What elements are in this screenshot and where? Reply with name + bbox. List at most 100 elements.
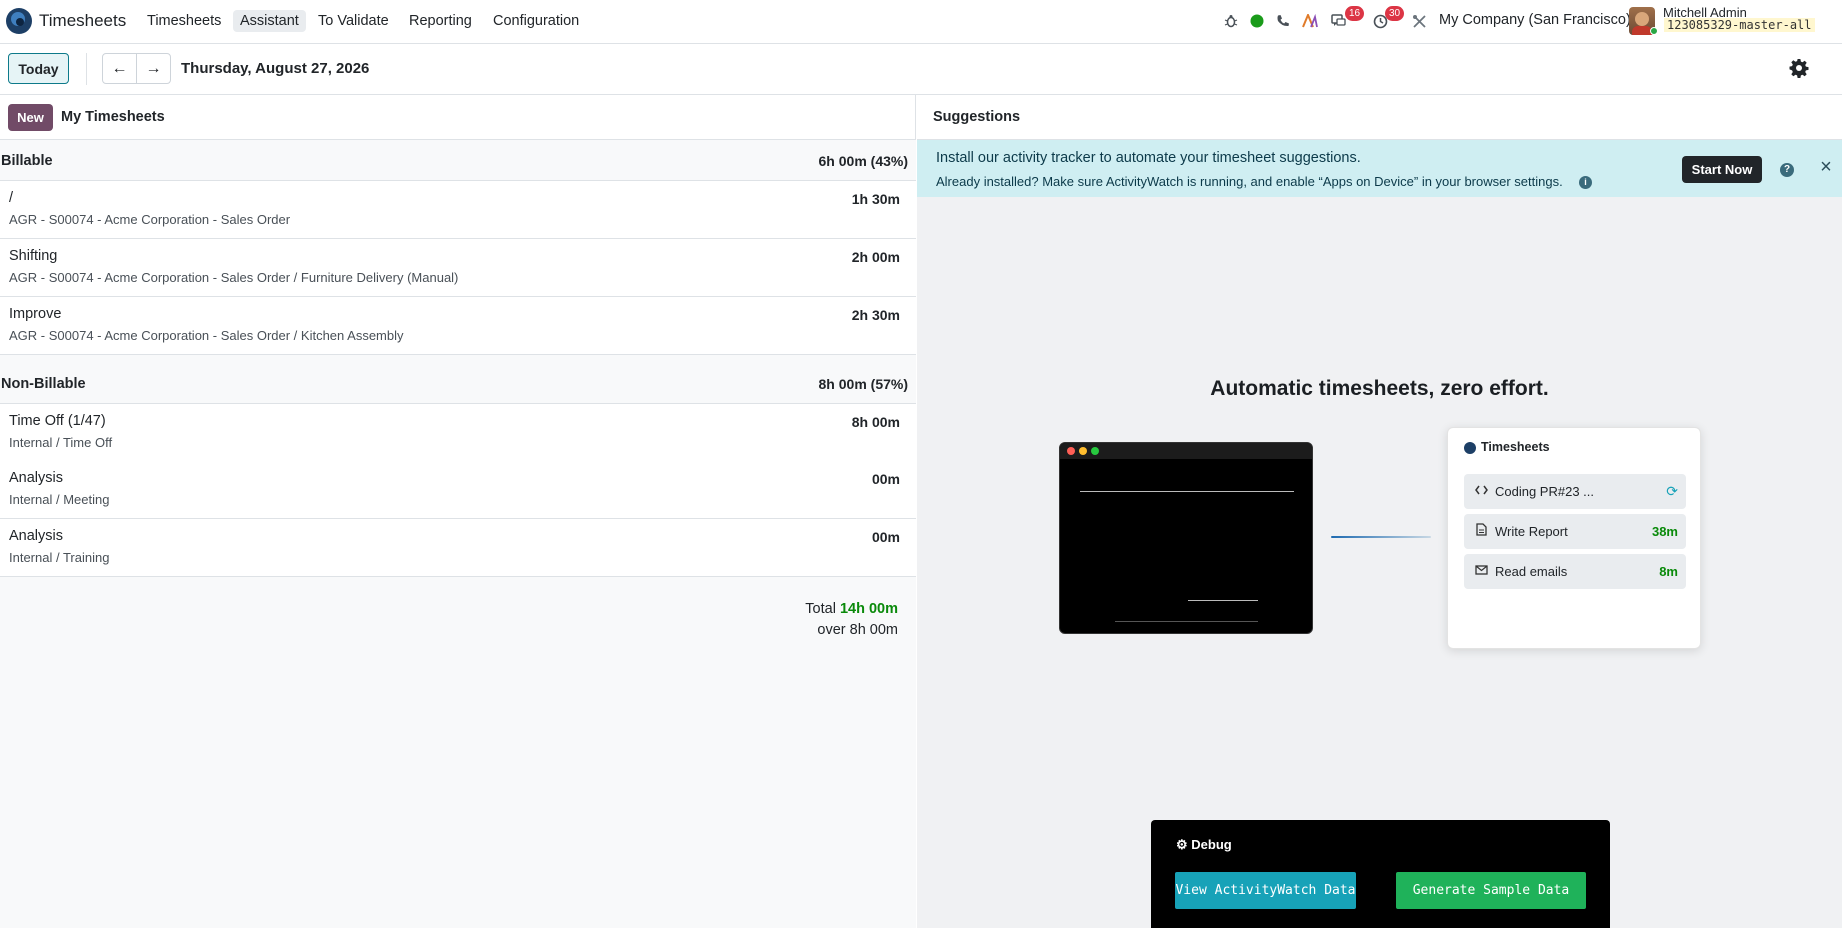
row-project: AGR - S00074 - Acme Corporation - Sales … <box>9 270 459 285</box>
preview-item: Write Report 38m <box>1464 514 1686 549</box>
my-timesheets-panel: New My Timesheets Billable 6h 00m (43%) … <box>0 95 916 928</box>
screen-illustration <box>1059 442 1313 634</box>
overtime-summary: over 8h 00m <box>817 622 898 638</box>
timesheet-row[interactable]: Time Off (1/47) Internal / Time Off 8h 0… <box>0 404 916 462</box>
debug-title: ⚙ Debug <box>1176 837 1232 853</box>
group-label: Billable <box>1 153 53 169</box>
maximize-dot-icon <box>1091 447 1099 455</box>
timesheet-row[interactable]: Shifting AGR - S00074 - Acme Corporation… <box>0 239 916 297</box>
new-button[interactable]: New <box>8 104 53 131</box>
group-header-non-billable[interactable]: Non-Billable 8h 00m (57%) <box>0 363 916 404</box>
current-date: Thursday, August 27, 2026 <box>181 60 370 77</box>
row-project: Internal / Meeting <box>9 492 110 507</box>
window-titlebar <box>1060 443 1312 459</box>
start-now-button[interactable]: Start Now <box>1682 156 1762 183</box>
preview-item-duration: 8m <box>1659 564 1678 579</box>
row-task: Analysis <box>9 470 63 486</box>
menu-configuration[interactable]: Configuration <box>486 10 586 32</box>
timesheets-app-icon[interactable] <box>6 8 32 34</box>
row-duration: 00m <box>871 529 900 545</box>
phone-icon[interactable] <box>1274 12 1292 30</box>
menu-timesheets[interactable]: Timesheets <box>140 10 228 32</box>
banner-message: Install our activity tracker to automate… <box>936 150 1361 166</box>
preview-item: Coding PR#23 ... ⟳ <box>1464 474 1686 509</box>
row-duration: 8h 00m <box>851 414 900 430</box>
settings-gear-icon[interactable] <box>1788 58 1810 80</box>
close-dot-icon <box>1067 447 1075 455</box>
group-header-billable[interactable]: Billable 6h 00m (43%) <box>0 140 916 181</box>
menu-to-validate[interactable]: To Validate <box>311 10 396 32</box>
envelope-icon <box>1473 563 1489 579</box>
group-label: Non-Billable <box>1 376 86 392</box>
messages-count-badge: 16 <box>1345 6 1365 21</box>
preview-item-label: Coding PR#23 ... <box>1495 484 1595 499</box>
view-activitywatch-data-button[interactable]: View ActivityWatch Data <box>1175 872 1356 909</box>
debug-title-text: Debug <box>1191 837 1232 852</box>
help-icon[interactable]: ? <box>1780 163 1794 177</box>
database-name: 123085329-master-all <box>1664 18 1815 32</box>
next-day-button[interactable]: → <box>136 53 171 84</box>
debug-bug-icon[interactable] <box>1222 12 1240 30</box>
timesheets-preview-card: Timesheets Coding PR#23 ... ⟳ Write Repo… <box>1447 427 1701 649</box>
minimize-dot-icon <box>1079 447 1087 455</box>
total-summary: Total 14h 00m <box>805 601 898 617</box>
top-navbar: Timesheets Timesheets Assistant To Valid… <box>0 0 1842 44</box>
row-task: Time Off (1/47) <box>9 413 106 429</box>
menu-assistant[interactable]: Assistant <box>233 10 306 32</box>
preview-item-label: Read emails <box>1495 564 1568 579</box>
tools-icon[interactable] <box>1410 12 1428 30</box>
preview-item-label: Write Report <box>1495 524 1568 539</box>
banner-hint: Already installed? Make sure ActivityWat… <box>936 174 1563 189</box>
row-task: Analysis <box>9 528 63 544</box>
timesheets-logo-icon <box>1464 442 1476 454</box>
code-icon <box>1473 483 1489 499</box>
suggestions-header: Suggestions <box>917 95 1842 140</box>
illustration-line <box>1115 621 1258 622</box>
row-duration: 2h 30m <box>851 307 900 323</box>
total-value: 14h 00m <box>839 601 898 617</box>
row-duration: 2h 00m <box>851 249 900 265</box>
close-icon[interactable]: × <box>1816 157 1836 177</box>
row-duration: 1h 30m <box>851 191 900 207</box>
timesheet-row[interactable]: Analysis Internal / Training 00m <box>0 519 916 577</box>
illustration-line <box>1080 491 1294 492</box>
card-title: Timesheets <box>1481 440 1550 454</box>
control-panel: Today ← → Thursday, August 27, 2026 <box>0 45 1842 95</box>
row-duration: 00m <box>871 471 900 487</box>
bug-icon: ⚙ <box>1176 837 1188 852</box>
previous-day-button[interactable]: ← <box>102 53 137 84</box>
group-total: 6h 00m (43%) <box>818 153 908 169</box>
app-title[interactable]: Timesheets <box>39 11 126 31</box>
suggestions-title: Suggestions <box>933 109 1021 125</box>
footer-area <box>0 577 916 928</box>
sync-icon: ⟳ <box>1666 483 1678 499</box>
generate-sample-data-button[interactable]: Generate Sample Data <box>1396 872 1586 909</box>
document-icon <box>1473 523 1489 539</box>
activity-tracker-banner: Install our activity tracker to automate… <box>917 140 1842 197</box>
divider <box>86 53 87 85</box>
row-project: Internal / Training <box>9 550 110 565</box>
debug-panel: ⚙ Debug View ActivityWatch Data Generate… <box>1151 820 1610 928</box>
row-task: Shifting <box>9 248 58 264</box>
panel-title: My Timesheets <box>61 109 165 125</box>
row-project: Internal / Time Off <box>9 435 113 450</box>
timesheet-row[interactable]: / AGR - S00074 - Acme Corporation - Sale… <box>0 181 916 239</box>
today-button[interactable]: Today <box>8 53 69 84</box>
company-switcher[interactable]: My Company (San Francisco) <box>1439 12 1631 28</box>
row-project: AGR - S00074 - Acme Corporation - Sales … <box>9 328 404 343</box>
hero-heading: Automatic timesheets, zero effort. <box>1210 377 1549 400</box>
timesheet-row[interactable]: Analysis Internal / Meeting 00m <box>0 461 916 519</box>
user-status-dot <box>1650 27 1658 35</box>
ai-tool-icon[interactable] <box>1301 12 1319 30</box>
activities-count-badge: 30 <box>1385 6 1405 21</box>
info-icon[interactable]: i <box>1579 176 1592 189</box>
row-project: AGR - S00074 - Acme Corporation - Sales … <box>9 212 291 227</box>
row-task: / <box>9 190 14 206</box>
suggestions-panel: Suggestions Install our activity tracker… <box>917 95 1842 928</box>
status-online-icon[interactable] <box>1248 12 1266 30</box>
timesheet-row[interactable]: Improve AGR - S00074 - Acme Corporation … <box>0 297 916 355</box>
menu-reporting[interactable]: Reporting <box>402 10 479 32</box>
preview-item: Read emails 8m <box>1464 554 1686 589</box>
flow-connector <box>1331 536 1431 538</box>
group-total: 8h 00m (57%) <box>818 376 908 392</box>
